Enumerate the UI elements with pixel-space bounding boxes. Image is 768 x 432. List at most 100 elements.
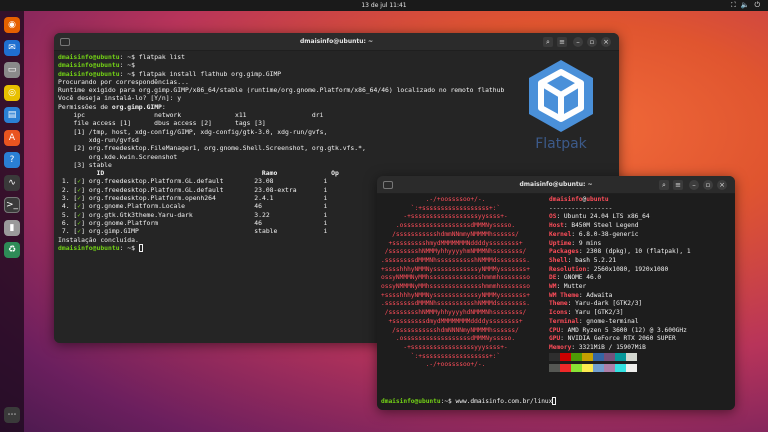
cursor [138, 243, 143, 252]
info-key: Icons [549, 309, 568, 317]
info-key: Terminal [549, 317, 579, 325]
color-swatch [593, 352, 604, 361]
rhythmbox-icon[interactable]: ◎ [4, 84, 20, 101]
info-key: Resolution [549, 265, 587, 273]
system-tray[interactable]: ⛶ 🔈 ⏻ [731, 1, 760, 10]
search-icon[interactable]: ⌕ [543, 37, 553, 47]
row-branch: 46 [254, 202, 324, 211]
info-row: Resolution: 2560x1080, 1920x1080 [549, 265, 669, 273]
system-monitor-icon[interactable]: ∿ [4, 174, 20, 191]
command-text: : ~$ flatpak install flathub org.gimp.GI… [119, 69, 282, 78]
close-icon[interactable]: × [717, 180, 727, 190]
color-swatch [615, 364, 626, 373]
ascii-logo-line: /ssssssssssshdmmNNmmyNMMMMhssssss/ [381, 230, 519, 238]
menu-icon[interactable]: ≡ [557, 37, 567, 47]
info-value: 3321MiB / 15907MiB [578, 343, 646, 351]
volume-icon: 🔈 [740, 1, 750, 9]
minimize-icon[interactable]: – [689, 180, 699, 190]
info-key: WM [549, 283, 557, 291]
ascii-logo-line: +sssshhhyNMMNyssssssssssssyNMMMysssssss+ [381, 291, 531, 299]
help-icon[interactable]: ? [4, 152, 20, 168]
clock[interactable]: 13 de jul 11:41 [0, 2, 768, 9]
ascii-logo-line: /sssssssshNMMMyhhyyyyhmNMMMNhssssssss/ [381, 248, 527, 256]
close-icon[interactable]: × [601, 37, 611, 47]
prompt-user: dmaisinfo@ubuntu [58, 69, 120, 78]
ascii-logo-line: +sssssssssdmydMMMMMMMMddddyssssssss+ [381, 317, 523, 325]
info-key: Kernel [549, 230, 572, 238]
color-swatch [626, 364, 637, 373]
flatpak-logo: Flatpak [521, 58, 601, 168]
color-swatch [571, 352, 582, 361]
color-swatch [593, 364, 604, 373]
terminal-titlebar[interactable]: dmaisinfo@ubuntu: ~ ⌕ ≡ – ▫ × [54, 33, 619, 51]
info-row: CPU: AMD Ryzen 5 3600 (12) @ 3.600GHz [549, 326, 687, 334]
info-value: 2308 (dpkg), 10 (flatpak), 1 [586, 248, 691, 256]
row-number: 3. [61, 194, 70, 203]
menu-icon[interactable]: ≡ [673, 180, 683, 190]
terminal-window-neofetch[interactable]: dmaisinfo@ubuntu: ~ ⌕ ≡ – ▫ × .-/+oossss… [377, 176, 735, 410]
files-icon[interactable]: ▭ [4, 62, 20, 78]
check-mark: ✓ [77, 202, 82, 211]
line-text: : [161, 102, 166, 111]
command-text: : ~$ flatpak list [119, 53, 185, 61]
info-key: Shell [549, 256, 568, 264]
info-row: Memory: 3321MiB / 15907MiB [549, 343, 646, 351]
terminal-prompt: dmaisinfo@ubuntu:~$ www.dmaisinfo.com.br… [381, 397, 557, 407]
firefox-icon[interactable]: ◉ [4, 17, 20, 33]
line-text: [2] org.freedesktop.FileManager1, org.gn… [58, 144, 366, 153]
row-number: 1. [61, 177, 70, 186]
maximize-icon[interactable]: ▫ [587, 37, 597, 47]
flatpak-logo-icon [529, 60, 593, 132]
trash-icon[interactable]: ♻ [4, 242, 20, 258]
color-swatch [604, 352, 615, 361]
ascii-logo-line: .ossssssssssssssssssdMMMNysssso. [381, 222, 516, 230]
ascii-logo-line: ossyNMMMNyMMhsssssssssssssshmmmhssssssso [381, 283, 531, 291]
line-text: [3] stable [58, 160, 112, 169]
show-apps-icon[interactable]: ⋯ [4, 407, 20, 423]
info-row: Icons: Yaru [GTK2/3] [549, 309, 624, 317]
line-text: Você deseja instalá-lo? [Y/n]: y [58, 94, 182, 103]
app-center-icon[interactable]: A [4, 129, 20, 146]
command-text: : ~$ [119, 61, 135, 70]
flatpak-wordmark: Flatpak [535, 136, 587, 152]
cursor [552, 397, 557, 405]
info-row: Kernel: 6.8.0-38-generic [549, 230, 639, 238]
ascii-logo-line: +sssshhhyNMMNyssssssssssssyNMMMysssssss+ [381, 265, 531, 273]
minimize-icon[interactable]: – [573, 37, 583, 47]
row-number: 5. [61, 210, 70, 219]
row-branch: 3.22 [254, 210, 324, 219]
prompt-user: dmaisinfo@ubuntu [58, 61, 120, 70]
terminal-output[interactable]: .-/+oossssoo+/-. `:+ssssssssssssssssss+:… [377, 194, 735, 410]
color-swatch [626, 352, 637, 361]
line-text: Procurando por correspondências... [58, 77, 189, 86]
top-bar: 13 de jul 11:41 ⛶ 🔈 ⏻ [0, 0, 768, 11]
terminal-icon[interactable]: >_ [4, 197, 20, 213]
info-row: Theme: Yaru-dark [GTK2/3] [549, 300, 643, 308]
row-id: org.freedesktop.Platform.GL.default [88, 185, 255, 194]
thunderbird-icon[interactable]: ✉ [4, 39, 20, 56]
info-value: 6.8.0-38-generic [578, 230, 639, 238]
info-value: AMD Ryzen 5 3600 (12) @ 3.600GHz [567, 326, 687, 334]
info-key: Theme [549, 300, 568, 308]
info-value: NVIDIA GeForce RTX 2060 SUPER [567, 335, 676, 343]
info-key: WM Theme [549, 291, 579, 299]
row-number: 4. [61, 202, 70, 211]
writer-icon[interactable]: ▤ [4, 107, 20, 123]
info-row: OS: Ubuntu 24.04 LTS x86_64 [549, 213, 650, 221]
check-mark: ✓ [77, 218, 82, 227]
search-icon[interactable]: ⌕ [659, 180, 669, 190]
info-key: DE [549, 274, 557, 282]
line-text: ipc network x11 dri [58, 111, 324, 120]
prompt-user: dmaisinfo@ubuntu [381, 398, 441, 405]
ascii-logo-line: `:+ssssssssssssssssss+:` [381, 352, 501, 360]
info-row: WM Theme: Adwaita [549, 291, 613, 299]
maximize-icon[interactable]: ▫ [703, 180, 713, 190]
row-op: i [323, 177, 328, 186]
usb-icon[interactable]: ▮ [4, 219, 20, 236]
row-op: i [323, 194, 328, 203]
ascii-logo-line: .ssssssssdMMMNhsssssssssshNMMMdssssssss. [381, 300, 531, 308]
line-text: ID Ramo Op [58, 169, 339, 178]
row-branch: 2.4.1 [254, 194, 324, 203]
terminal-titlebar[interactable]: dmaisinfo@ubuntu: ~ ⌕ ≡ – ▫ × [377, 176, 735, 194]
info-row: Packages: 2308 (dpkg), 10 (flatpak), 1 [549, 248, 691, 256]
